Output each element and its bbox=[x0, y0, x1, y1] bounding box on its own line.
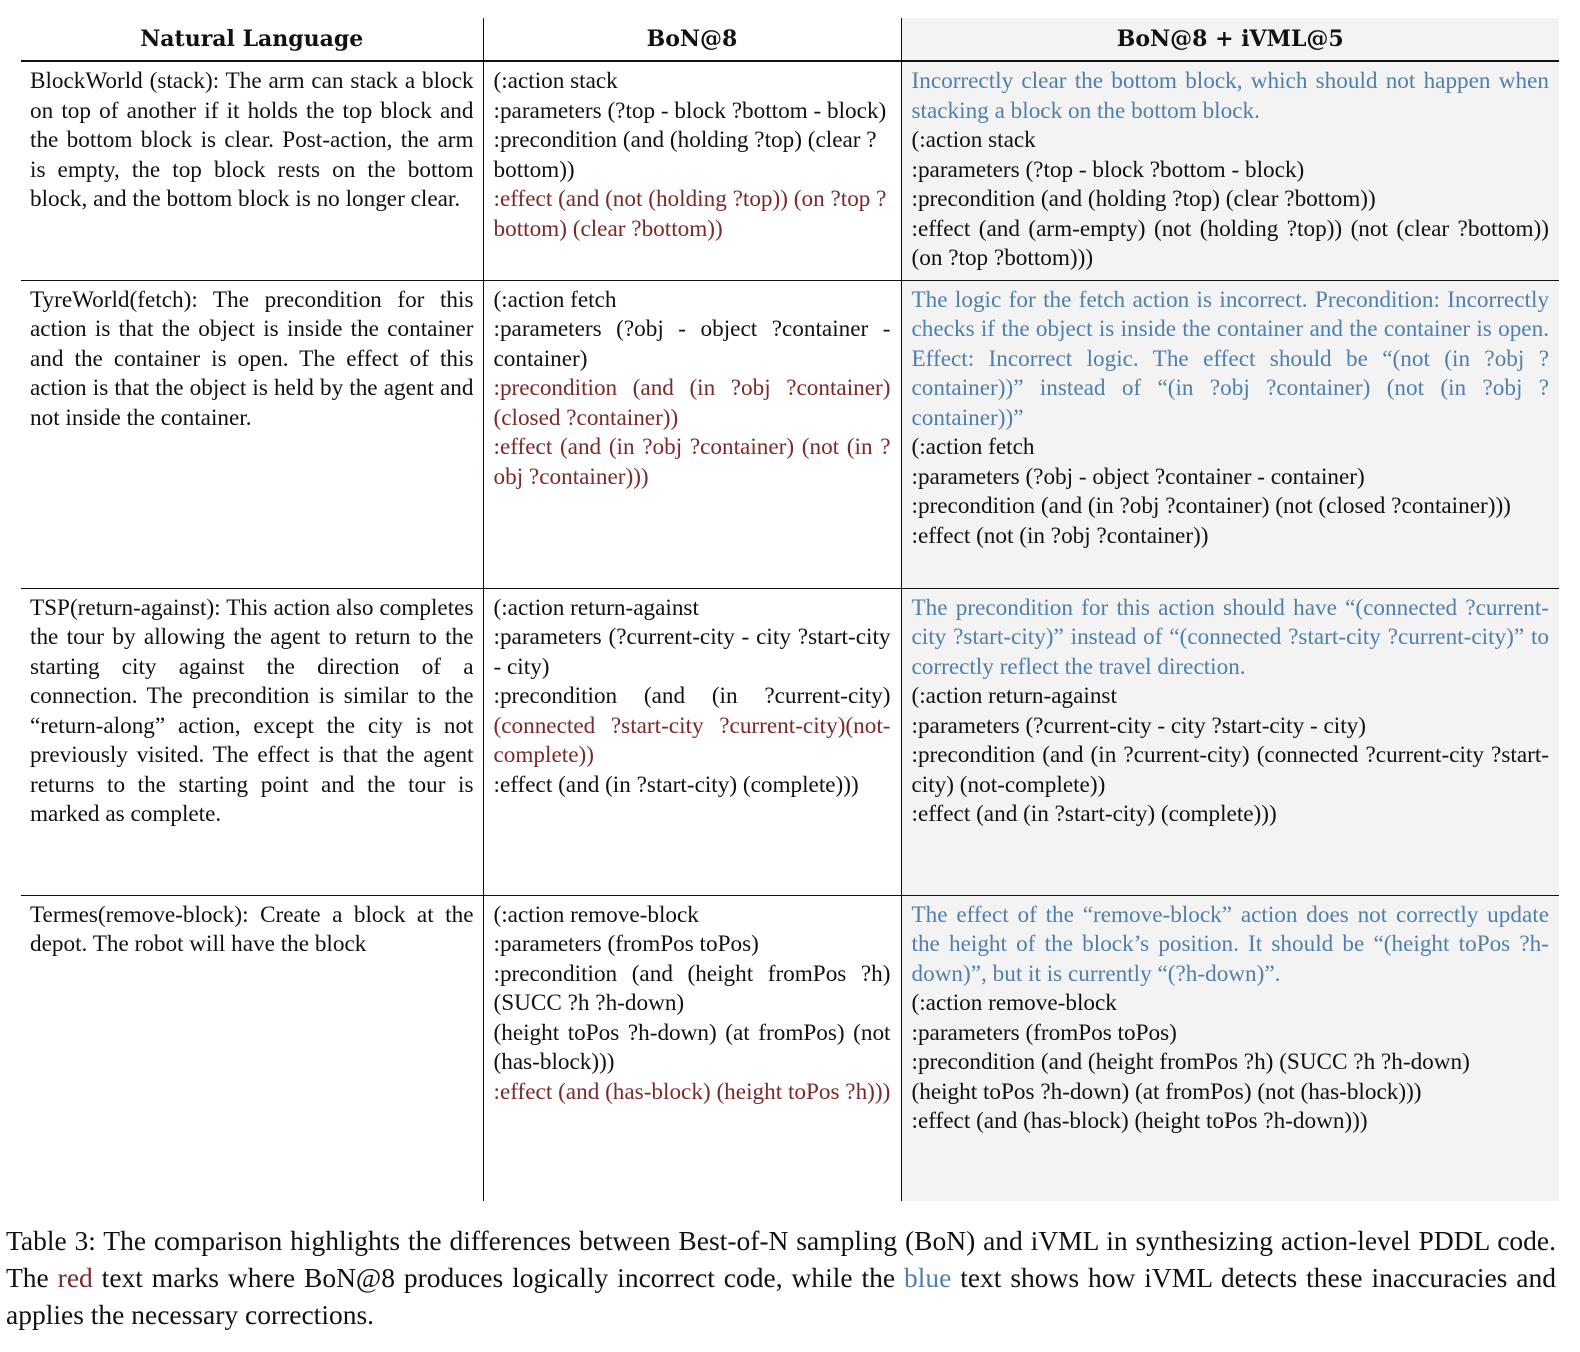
bon-code-cell: (:action fetch :parameters (?obj - objec… bbox=[482, 280, 901, 589]
header-bon8-ivml5: BoN@8 + iVML@5 bbox=[900, 18, 1559, 62]
table-row: TSP(return-against): This action also co… bbox=[21, 588, 1559, 896]
code-line: :parameters (?current-city - city ?start… bbox=[493, 624, 891, 680]
code-line: :parameters (?obj - object ?container - … bbox=[911, 463, 1365, 490]
code-line: :precondition (and (in ?current-city) (c… bbox=[911, 742, 1550, 798]
correction-note: The effect of the “remove-block” action … bbox=[911, 901, 1550, 987]
code-line: :parameters (fromPos toPos) bbox=[911, 1019, 1177, 1046]
caption-red-word: red bbox=[57, 1262, 93, 1293]
code-line: :precondition (and (in ?obj ?container) … bbox=[911, 493, 1511, 519]
code-line: (:action remove-block bbox=[493, 901, 699, 928]
code-line: :precondition (and (height fromPos ?h) (… bbox=[911, 1049, 1470, 1075]
code-line-error: :precondition (and (in ?obj ?container) … bbox=[493, 375, 891, 431]
ivml-cell: The logic for the fetch action is incorr… bbox=[900, 280, 1559, 589]
code-line: :effect (and (in ?start-city) (complete)… bbox=[493, 771, 859, 798]
bon-code-cell: (:action return-against :parameters (?cu… bbox=[482, 588, 901, 896]
natural-language-cell: TyreWorld(fetch): The precondition for t… bbox=[21, 280, 483, 589]
caption-label: Table 3: bbox=[6, 1225, 96, 1256]
code-line: :effect (and (arm-empty) (not (holding ?… bbox=[911, 215, 1550, 272]
code-line: :precondition (and (holding ?top) (clear… bbox=[493, 127, 877, 183]
code-line: (:action stack bbox=[911, 127, 1036, 153]
code-line: :effect (and (in ?start-city) (complete)… bbox=[911, 801, 1277, 827]
header-row: Natural Language BoN@8 BoN@8 + iVML@5 bbox=[21, 18, 1559, 62]
caption-blue-word: blue bbox=[903, 1262, 952, 1293]
comparison-table-container: Natural Language BoN@8 BoN@8 + iVML@5 Bl… bbox=[21, 18, 1559, 1201]
table-row: BlockWorld (stack): The arm can stack a … bbox=[21, 61, 1559, 281]
ivml-cell: Incorrectly clear the bottom block, whic… bbox=[900, 61, 1559, 281]
code-line: :precondition (and (height fromPos ?h) (… bbox=[493, 960, 891, 1017]
code-line: :parameters (fromPos toPos) bbox=[493, 931, 759, 957]
correction-note: The logic for the fetch action is incorr… bbox=[911, 286, 1550, 431]
code-line: (:action return-against bbox=[911, 683, 1117, 709]
natural-language-cell: Termes(remove-block): Create a block at … bbox=[30, 901, 474, 958]
code-line: :parameters (?top - block ?bottom - bloc… bbox=[911, 156, 1305, 183]
code-line: (:action fetch bbox=[911, 434, 1035, 460]
code-line: (height toPos ?h-down) (at fromPos) (not… bbox=[493, 1019, 891, 1076]
table-row: Termes(remove-block): Create a block at … bbox=[21, 895, 1559, 1201]
code-line: :parameters (?current-city - city ?start… bbox=[911, 712, 1367, 739]
comparison-table: Natural Language BoN@8 BoN@8 + iVML@5 Bl… bbox=[21, 18, 1559, 1201]
code-line: :precondition (and (in ?current-city) bbox=[493, 683, 891, 709]
code-line: :parameters (?top - block ?bottom - bloc… bbox=[493, 97, 887, 124]
code-line: :effect (not (in ?obj ?container)) bbox=[911, 522, 1209, 549]
code-line: (:action stack bbox=[493, 68, 618, 94]
code-line: (:action fetch bbox=[493, 286, 617, 313]
natural-language-cell: BlockWorld (stack): The arm can stack a … bbox=[21, 61, 483, 281]
header-bon8: BoN@8 bbox=[482, 18, 901, 62]
header-natural-language: Natural Language bbox=[21, 18, 483, 62]
code-line-error: :effect (and (not (holding ?top)) (on ?t… bbox=[493, 186, 887, 242]
code-line: :parameters (?obj - object ?container - … bbox=[493, 316, 891, 372]
code-line: :precondition (and (holding ?top) (clear… bbox=[911, 186, 1376, 212]
bon-code-cell: (:action stack :parameters (?top - block… bbox=[482, 61, 901, 281]
code-line: :effect (and (has-block) (height toPos ?… bbox=[911, 1108, 1368, 1134]
code-line-error: (connected ?start-city ?current-city)(no… bbox=[493, 712, 891, 769]
code-line: (:action remove-block bbox=[911, 990, 1117, 1016]
ivml-cell: The precondition for this action should … bbox=[900, 588, 1559, 896]
bon-code-cell: (:action remove-block :parameters (fromP… bbox=[482, 895, 901, 1201]
caption-text: text marks where BoN@8 produces logicall… bbox=[92, 1262, 904, 1293]
natural-language-cell: TSP(return-against): This action also co… bbox=[21, 588, 483, 896]
table-row: TyreWorld(fetch): The precondition for t… bbox=[21, 280, 1559, 589]
code-line: (:action return-against bbox=[493, 594, 699, 621]
code-line: (height toPos ?h-down) (at fromPos) (not… bbox=[911, 1078, 1422, 1105]
correction-note: The precondition for this action should … bbox=[911, 594, 1550, 680]
code-line-error: :effect (and (in ?obj ?container) (not (… bbox=[493, 434, 891, 490]
code-line-error: :effect (and (has-block) (height toPos ?… bbox=[493, 1078, 891, 1105]
ivml-cell: The effect of the “remove-block” action … bbox=[900, 895, 1559, 1201]
table-caption: Table 3: The comparison highlights the d… bbox=[6, 1222, 1556, 1333]
correction-note: Incorrectly clear the bottom block, whic… bbox=[911, 68, 1550, 124]
